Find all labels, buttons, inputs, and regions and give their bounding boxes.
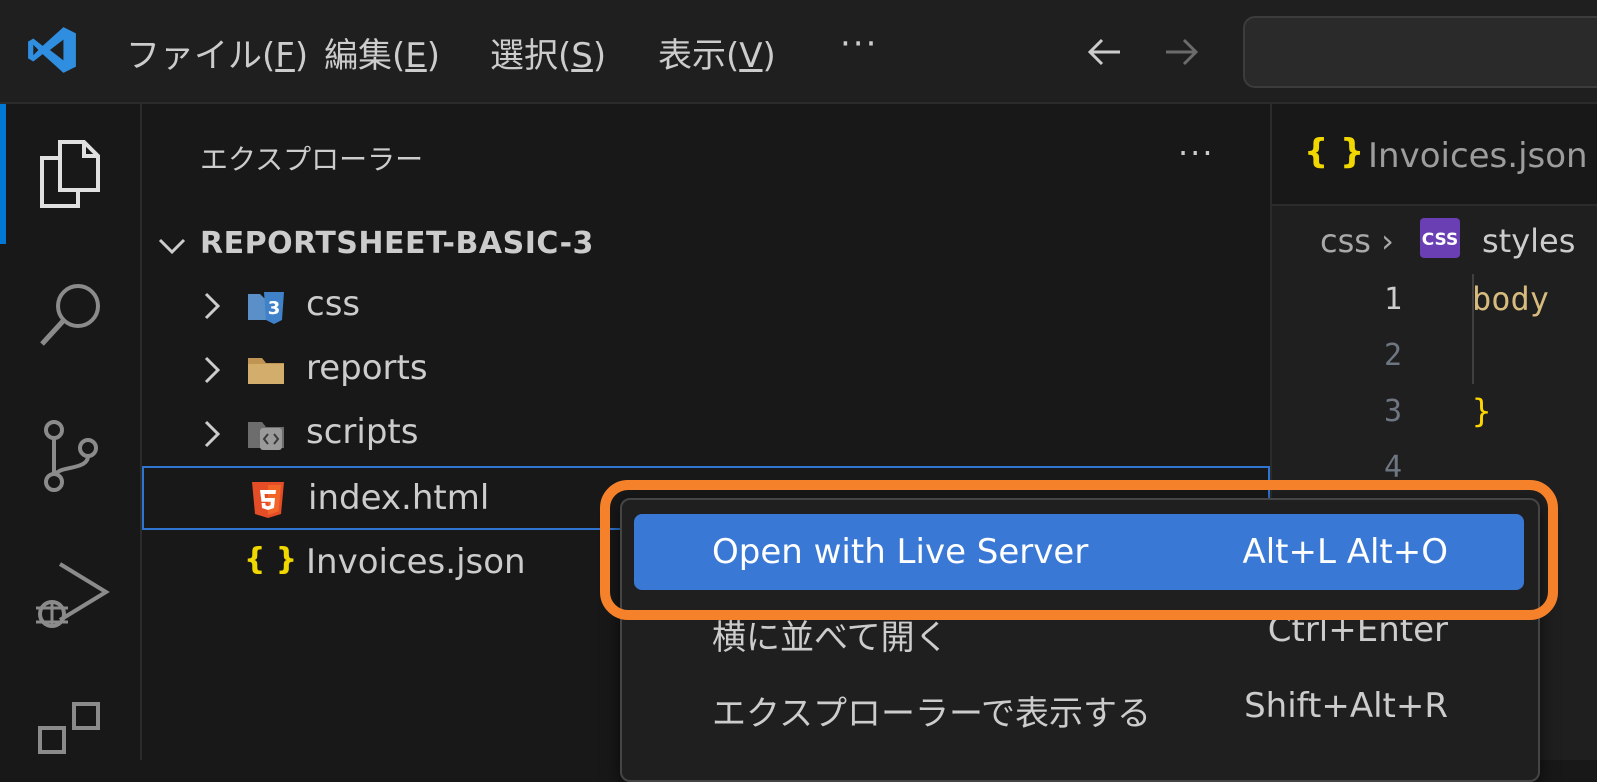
line-number: 1 <box>1383 282 1402 317</box>
active-indicator <box>0 104 6 244</box>
editor-tab-bar: { } Invoices.json <box>1272 104 1597 206</box>
css-file-icon: CSS <box>1420 218 1460 258</box>
tree-item-label: reports <box>306 348 428 388</box>
explorer-files-icon[interactable] <box>30 134 110 214</box>
menu-item-shortcut: Ctrl+Enter <box>1267 610 1448 650</box>
scripts-folder-icon <box>248 422 284 450</box>
vscode-logo-icon[interactable] <box>26 24 78 76</box>
command-center-search[interactable] <box>1243 16 1597 88</box>
json-braces-icon: { } <box>244 542 298 577</box>
workspace-root[interactable]: REPORTSHEET-BASIC-3 <box>142 218 1270 274</box>
tree-item-label: index.html <box>308 478 490 518</box>
explorer-more-actions[interactable]: ··· <box>1178 134 1215 172</box>
menu-more[interactable]: ··· <box>840 24 878 64</box>
indent-guide <box>1472 274 1474 384</box>
html5-icon <box>252 482 284 518</box>
folder-icon <box>248 358 284 384</box>
chevron-down-icon <box>158 238 186 255</box>
extensions-icon[interactable] <box>30 698 110 778</box>
chevron-right-icon <box>204 356 221 384</box>
menu-file[interactable]: ファイル(F) <box>126 28 308 77</box>
menu-item-open-to-side[interactable]: 横に並べて開く Ctrl+Enter <box>634 592 1524 668</box>
css-folder-icon: 3 <box>248 292 284 324</box>
menu-selection[interactable]: 選択(S) <box>490 28 606 77</box>
menu-item-reveal-in-explorer[interactable]: エクスプローラーで表示する Shift+Alt+R <box>634 668 1524 744</box>
menu-item-label: 横に並べて開く <box>712 618 949 658</box>
chevron-right-icon <box>204 292 221 320</box>
editor-tab-label[interactable]: Invoices.json <box>1368 136 1588 176</box>
back-arrow-icon[interactable] <box>1082 30 1126 74</box>
menu-item-label: Open with Live Server <box>712 532 1089 572</box>
code-brace: } <box>1472 392 1492 430</box>
code-selector: body <box>1472 280 1550 318</box>
source-control-icon[interactable] <box>30 416 110 496</box>
tree-item-css[interactable]: 3 css <box>142 274 1270 338</box>
menu-item-label: エクスプローラーで表示する <box>712 694 1151 734</box>
tree-item-label: Invoices.json <box>306 542 526 582</box>
search-icon[interactable] <box>30 274 110 354</box>
run-debug-icon[interactable] <box>30 556 110 636</box>
menu-item-open-live-server[interactable]: Open with Live Server Alt+L Alt+O <box>634 514 1524 590</box>
line-number: 3 <box>1383 394 1402 429</box>
breadcrumb-folder[interactable]: css › <box>1320 222 1394 260</box>
menu-view[interactable]: 表示(V) <box>658 28 776 77</box>
menu-edit[interactable]: 編集(E) <box>324 28 440 77</box>
tree-item-scripts[interactable]: scripts <box>142 402 1270 466</box>
line-number: 2 <box>1383 338 1402 373</box>
chevron-right-icon <box>204 420 221 448</box>
title-bar: ファイル(F) 編集(E) 選択(S) 表示(V) ··· <box>0 0 1597 104</box>
tree-item-label: scripts <box>306 412 419 452</box>
activity-bar <box>0 104 142 760</box>
tree-item-label: css <box>306 284 361 324</box>
menu-item-shortcut: Alt+L Alt+O <box>1242 532 1448 572</box>
workspace-root-label: REPORTSHEET-BASIC-3 <box>200 226 594 261</box>
line-number: 4 <box>1383 450 1402 485</box>
explorer-title: エクスプローラー <box>200 143 424 176</box>
breadcrumb-file[interactable]: styles <box>1482 222 1575 260</box>
forward-arrow-icon[interactable] <box>1160 30 1204 74</box>
context-menu: Open with Live Server Alt+L Alt+O 横に並べて開… <box>620 498 1540 782</box>
tree-item-reports[interactable]: reports <box>142 338 1270 402</box>
menu-item-shortcut: Shift+Alt+R <box>1244 686 1448 726</box>
svg-text:3: 3 <box>268 298 281 319</box>
json-braces-icon: { } <box>1304 132 1365 172</box>
